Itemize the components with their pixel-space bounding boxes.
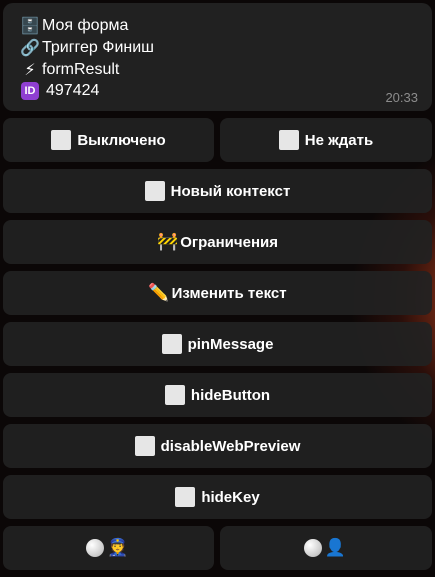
checkbox-icon <box>164 385 185 405</box>
file-cabinet-icon: 🗄️ <box>20 18 40 35</box>
no-wait-button-label: Не ждать <box>304 131 374 149</box>
construction-icon: 🚧 <box>157 232 179 251</box>
message-line-result: ⚡ formResult <box>20 60 119 80</box>
result-text: formResult <box>42 61 120 78</box>
radio-circle-icon <box>86 539 105 557</box>
hide-key-button[interactable]: hideKey <box>3 475 432 519</box>
role-police-button[interactable]: 👮 <box>3 526 214 570</box>
id-value-text: 497424 <box>46 82 100 99</box>
checkbox-icon <box>175 487 196 507</box>
disabled-button[interactable]: Выключено <box>3 118 214 162</box>
hide-button-button-label: hideButton <box>190 386 271 404</box>
limits-button-label: Ограничения <box>180 233 278 251</box>
new-context-button-label: Новый контекст <box>170 182 291 200</box>
hide-button-button[interactable]: hideButton <box>3 373 432 417</box>
checkbox-icon <box>278 130 299 150</box>
message-line-id: ID 497424 <box>20 82 99 100</box>
message-line-trigger: 🔗 Триггер Финиш <box>20 38 154 58</box>
checkbox-icon <box>51 130 72 150</box>
message-time: 20:33 <box>385 90 418 105</box>
message-line-form: 🗄️ Моя форма <box>20 16 128 36</box>
role-user-button[interactable]: 👤 <box>220 526 432 570</box>
edit-text-button-label: Изменить текст <box>171 284 287 302</box>
new-context-button[interactable]: Новый контекст <box>3 169 432 213</box>
checkbox-icon <box>134 436 155 456</box>
disabled-button-label: Выключено <box>77 131 166 149</box>
no-wait-button[interactable]: Не ждать <box>220 118 432 162</box>
lightning-icon: ⚡ <box>24 62 36 79</box>
message-bubble: 🗄️ Моя форма 🔗 Триггер Финиш ⚡ formResul… <box>3 3 432 111</box>
user-silhouette-icon: 👤 <box>324 538 347 557</box>
pencil-icon: ✏️ <box>148 283 170 302</box>
police-officer-icon: 👮 <box>107 538 129 557</box>
limits-button[interactable]: 🚧 Ограничения <box>3 220 432 264</box>
checkbox-icon <box>161 334 182 354</box>
radio-circle-icon <box>303 539 322 557</box>
pin-message-button-label: pinMessage <box>187 335 274 353</box>
trigger-text: Триггер Финиш <box>42 39 154 56</box>
hide-key-button-label: hideKey <box>201 488 260 506</box>
disable-web-preview-button-label: disableWebPreview <box>160 437 301 455</box>
checkbox-icon <box>144 181 165 201</box>
pin-message-button[interactable]: pinMessage <box>3 322 432 366</box>
form-name-text: Моя форма <box>42 17 129 34</box>
edit-text-button[interactable]: ✏️ Изменить текст <box>3 271 432 315</box>
link-icon: 🔗 <box>20 40 40 57</box>
disable-web-preview-button[interactable]: disableWebPreview <box>3 424 432 468</box>
id-icon: ID <box>21 82 39 100</box>
